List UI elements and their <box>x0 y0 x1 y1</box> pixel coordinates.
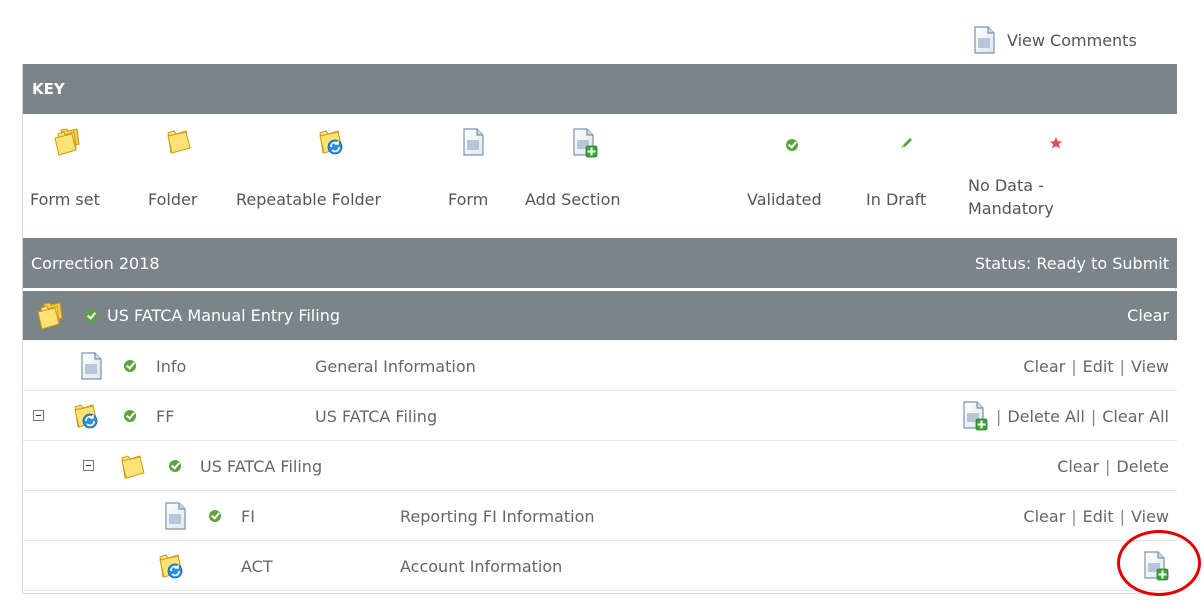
row-actions: Clear | Delete <box>1057 456 1169 476</box>
form-set-icon <box>53 128 83 156</box>
form-set-icon <box>36 302 66 330</box>
key-label: Form set <box>30 190 100 209</box>
validated-icon <box>85 310 97 322</box>
clear-link[interactable]: Clear <box>1057 457 1099 476</box>
edit-link[interactable]: Edit <box>1083 357 1114 376</box>
row-code: Info <box>156 356 187 376</box>
row-actions: Clear | Edit | View <box>1023 356 1169 376</box>
clear-link[interactable]: Clear <box>1023 357 1065 376</box>
section-header: Correction 2018 Status: Ready to Submit <box>23 238 1177 288</box>
row-actions <box>1143 541 1169 591</box>
view-link[interactable]: View <box>1131 507 1169 526</box>
form-icon <box>164 502 186 530</box>
row-description: Reporting FI Information <box>400 506 595 526</box>
view-comments-label: View Comments <box>1007 30 1137 50</box>
table-row: FI Reporting FI Information Clear | Edit |… <box>23 491 1177 541</box>
form-icon <box>462 128 484 156</box>
key-label: Folder <box>148 190 198 209</box>
filing-clear-link[interactable]: Clear <box>1127 306 1169 325</box>
collapse-toggle[interactable] <box>33 410 44 421</box>
key-label-2: Mandatory <box>968 199 1054 218</box>
section-title: Correction 2018 <box>31 253 160 273</box>
in-draft-icon <box>901 138 912 148</box>
row-code: FI <box>241 506 255 526</box>
row-actions: Clear | Edit | View <box>1023 506 1169 526</box>
filing-title: US FATCA Manual Entry Filing <box>107 306 340 325</box>
key-title: KEY <box>32 80 65 98</box>
row-description: US FATCA Filing <box>315 406 438 426</box>
row-code: FF <box>156 406 175 426</box>
clear-all-link[interactable]: Clear All <box>1102 407 1169 426</box>
filing-panel: KEY Form set Folder Repeatable Folder Fo… <box>22 64 1177 594</box>
no-data-mandatory-icon <box>1049 137 1063 149</box>
repeatable-folder-icon <box>157 552 187 580</box>
add-section-icon <box>572 128 598 158</box>
row-description: Account Information <box>400 556 563 576</box>
filing-header: US FATCA Manual Entry Filing Clear <box>23 290 1177 340</box>
repeatable-folder-icon <box>72 402 102 430</box>
validated-icon <box>209 510 221 522</box>
key-label: Validated <box>747 190 822 209</box>
row-description: General Information <box>315 356 476 376</box>
form-icon <box>80 352 102 380</box>
key-label: Add Section <box>525 190 621 209</box>
repeatable-folder-icon <box>317 128 347 156</box>
clear-link[interactable]: Clear <box>1023 507 1065 526</box>
delete-all-link[interactable]: Delete All <box>1007 407 1085 426</box>
table-row: Info General Information Clear | Edit | Vi… <box>23 341 1177 391</box>
table-row: ACT Account Information <box>23 541 1177 591</box>
validated-icon <box>786 139 798 151</box>
table-row: US FATCA Filing Clear | Delete <box>23 441 1177 491</box>
delete-link[interactable]: Delete <box>1116 457 1169 476</box>
view-comments-link[interactable]: View Comments <box>973 24 1137 56</box>
add-section-icon[interactable] <box>962 401 988 431</box>
row-actions: | Delete All | Clear All <box>962 391 1169 441</box>
folder-icon <box>165 128 193 154</box>
folder-icon <box>119 453 147 479</box>
add-section-icon[interactable] <box>1143 551 1169 581</box>
row-code: US FATCA Filing <box>200 456 323 476</box>
key-header: KEY <box>23 64 1177 114</box>
key-label: Repeatable Folder <box>236 190 382 209</box>
validated-icon <box>124 410 136 422</box>
collapse-toggle[interactable] <box>83 460 94 471</box>
table-row: FF US FATCA Filing | Delete All | Clear A… <box>23 391 1177 441</box>
key-label: Form <box>448 190 489 209</box>
key-label: No Data - <box>968 176 1044 195</box>
edit-link[interactable]: Edit <box>1083 507 1114 526</box>
form-doc-icon <box>973 25 995 55</box>
validated-icon <box>169 460 181 472</box>
validated-icon <box>124 360 136 372</box>
section-status: Status: Ready to Submit <box>974 253 1169 273</box>
view-link[interactable]: View <box>1131 357 1169 376</box>
key-legend: Form set Folder Repeatable Folder Form A… <box>23 114 1177 238</box>
row-code: ACT <box>241 556 273 576</box>
key-label: In Draft <box>866 190 927 209</box>
